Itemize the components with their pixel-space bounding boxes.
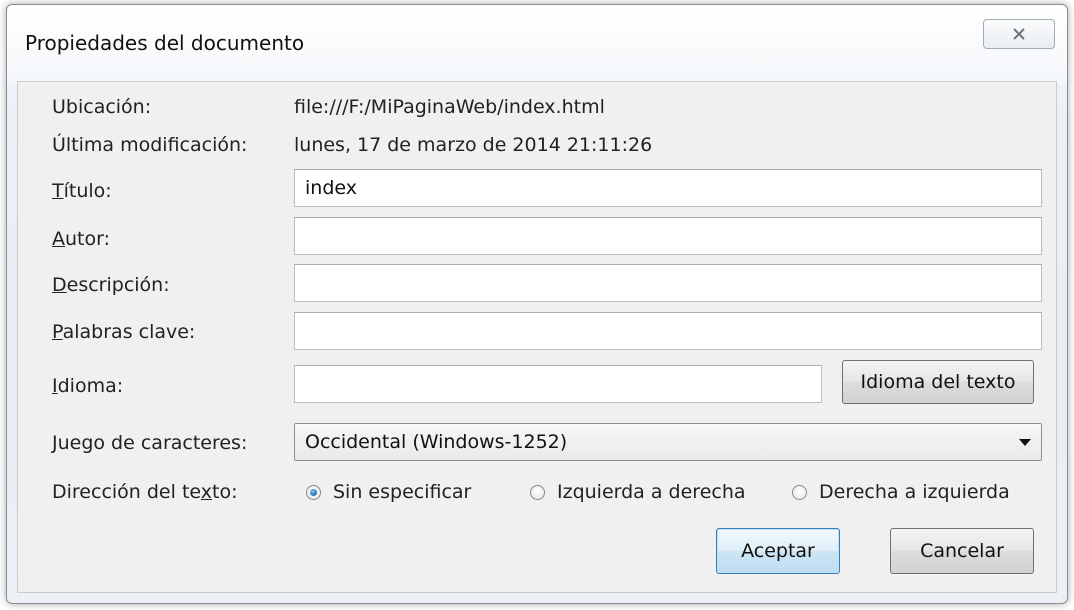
language-label: Idioma: — [52, 375, 124, 397]
description-label: Descripción: — [52, 274, 170, 296]
charset-selected: Occidental (Windows-1252) — [305, 431, 568, 453]
keywords-label: Palabras clave: — [52, 321, 196, 343]
close-icon — [1013, 28, 1025, 40]
charset-label: Juego de caracteres: — [52, 432, 248, 454]
radio-right-to-left[interactable]: Derecha a izquierda — [792, 481, 1010, 503]
title-bar: Propiedades del documento — [7, 5, 1067, 85]
location-value: file:///F:/MiPaginaWeb/index.html — [294, 96, 605, 118]
keywords-field[interactable] — [294, 312, 1042, 350]
radio-ltr-label: Izquierda a derecha — [557, 481, 746, 503]
location-label: Ubicación: — [52, 96, 152, 118]
cancel-button[interactable]: Cancelar — [890, 528, 1034, 574]
language-field[interactable] — [294, 365, 822, 403]
description-field[interactable] — [294, 264, 1042, 302]
title-field[interactable]: index — [294, 169, 1042, 207]
radio-button — [530, 484, 545, 500]
modified-value: lunes, 17 de marzo de 2014 21:11:26 — [294, 134, 653, 156]
language-button[interactable]: Idioma del texto — [842, 360, 1034, 404]
close-button[interactable] — [983, 19, 1055, 49]
radio-left-to-right[interactable]: Izquierda a derecha — [530, 481, 746, 503]
chevron-down-icon — [1019, 439, 1031, 446]
radio-unspecified[interactable]: Sin especificar — [306, 481, 471, 503]
charset-select[interactable]: Occidental (Windows-1252) — [294, 423, 1042, 461]
dialog-body: Ubicación: file:///F:/MiPaginaWeb/index.… — [17, 81, 1057, 593]
author-label: Autor: — [52, 228, 110, 250]
document-properties-dialog: Propiedades del documento Ubicación: fil… — [6, 4, 1068, 604]
accept-button[interactable]: Aceptar — [716, 528, 840, 574]
radio-rtl-label: Derecha a izquierda — [819, 481, 1010, 503]
direction-label: Dirección del texto: — [52, 481, 238, 503]
radio-unspecified-label: Sin especificar — [333, 481, 472, 503]
radio-button-checked — [306, 484, 321, 500]
dialog-title: Propiedades del documento — [25, 31, 305, 55]
radio-button — [792, 484, 807, 500]
title-label: Título: — [52, 180, 112, 202]
modified-label: Última modificación: — [52, 134, 248, 156]
author-field[interactable] — [294, 217, 1042, 255]
